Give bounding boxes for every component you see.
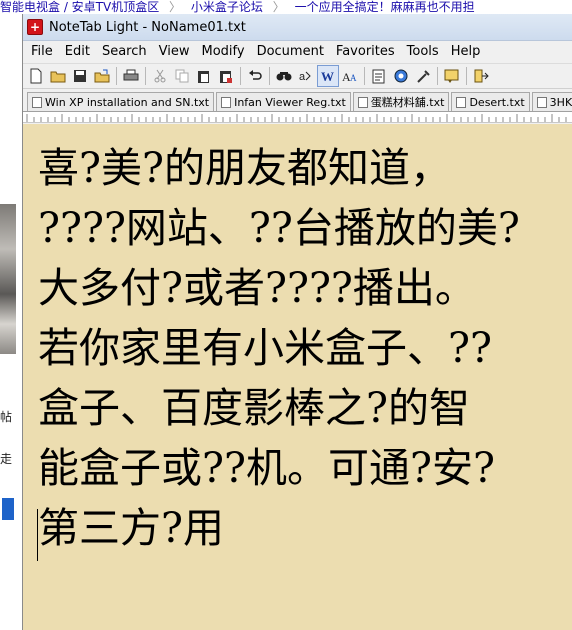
menu-tools[interactable]: Tools: [401, 41, 445, 63]
toolbar-separator: [269, 67, 270, 85]
menu-bar: File Edit Search View Modify Document Fa…: [23, 41, 572, 64]
open-icon[interactable]: [47, 65, 69, 87]
menu-edit[interactable]: Edit: [59, 41, 96, 63]
document-tabs: Win XP installation and SN.txt Infan Vie…: [23, 89, 572, 112]
tab-label: 蛋糕材料舖.txt: [370, 96, 445, 109]
menu-favorites[interactable]: Favorites: [330, 41, 401, 63]
menu-help[interactable]: Help: [445, 41, 487, 63]
find-icon[interactable]: [273, 65, 295, 87]
editor-line: 第三方?用: [38, 504, 224, 552]
title-bar[interactable]: + NoteTab Light - NoName01.txt: [23, 14, 572, 41]
tab-label: Win XP installation and SN.txt: [45, 95, 210, 109]
toolbar-separator: [240, 67, 241, 85]
tab-document[interactable]: 蛋糕材料舖.txt: [352, 92, 450, 111]
browser-view-icon[interactable]: [390, 65, 412, 87]
tab-label: Infan Viewer Reg.txt: [234, 95, 346, 109]
breadcrumb-item[interactable]: 智能电视盒 / 安卓TV机顶盒区: [0, 0, 159, 14]
print-icon[interactable]: [120, 65, 142, 87]
background-text: 帖: [0, 410, 13, 424]
toolbar-separator: [116, 67, 117, 85]
text-caret: [37, 509, 38, 561]
word-wrap-icon[interactable]: W: [317, 65, 339, 87]
svg-text:A: A: [350, 73, 357, 83]
settings-icon[interactable]: [412, 65, 434, 87]
background-text: 走: [0, 452, 13, 466]
menu-modify[interactable]: Modify: [195, 41, 250, 63]
document-icon: [357, 96, 368, 108]
tab-document[interactable]: Win XP installation and SN.txt: [27, 92, 215, 111]
copy-icon[interactable]: [171, 65, 193, 87]
save-icon[interactable]: [69, 65, 91, 87]
tab-document[interactable]: 3HK fixed c: [531, 92, 572, 111]
toolbar-separator: [466, 67, 467, 85]
toolbar-separator: [145, 67, 146, 85]
text-editor[interactable]: 喜?美?的朋友都知道， ????网站、??台播放的美? 大多付?或者????播出…: [23, 124, 572, 630]
open-folder-icon[interactable]: [91, 65, 113, 87]
document-icon: [32, 96, 42, 108]
document-icon: [456, 96, 467, 108]
cut-icon[interactable]: [149, 65, 171, 87]
editor-line: 大多付?或者????播出。: [38, 264, 476, 312]
breadcrumb-separator: 〉: [272, 0, 285, 14]
background-page: 帖 走: [0, 14, 22, 630]
document-icon: [536, 96, 547, 108]
breadcrumb-item[interactable]: 一个应用全搞定！麻麻再也不用担: [295, 0, 475, 14]
breadcrumb-separator: 〉: [169, 0, 182, 14]
app-icon[interactable]: +: [27, 19, 43, 35]
menu-document[interactable]: Document: [251, 41, 330, 63]
background-breadcrumb: 智能电视盒 / 安卓TV机顶盒区 〉 小米盒子论坛 〉 一个应用全搞定！麻麻再也…: [0, 0, 572, 14]
breadcrumb-item[interactable]: 小米盒子论坛: [191, 0, 263, 14]
editor-line: ????网站、??台播放的美?: [38, 204, 520, 252]
paste-special-icon[interactable]: [215, 65, 237, 87]
document-icon: [221, 96, 232, 108]
notetab-window: + NoteTab Light - NoName01.txt File Edit…: [22, 14, 572, 630]
ruler[interactable]: [23, 112, 572, 123]
tab-document[interactable]: Infan Viewer Reg.txt: [216, 92, 351, 111]
svg-text:a: a: [299, 71, 306, 83]
replace-icon[interactable]: a: [295, 65, 317, 87]
new-icon[interactable]: [25, 65, 47, 87]
tab-label: 3HK fixed c: [549, 95, 572, 109]
clipbook-icon[interactable]: [441, 65, 463, 87]
document-properties-icon[interactable]: [368, 65, 390, 87]
toolbar-separator: [437, 67, 438, 85]
undo-icon[interactable]: [244, 65, 266, 87]
menu-view[interactable]: View: [153, 41, 196, 63]
toolbar-separator: [364, 67, 365, 85]
tab-document[interactable]: Desert.txt: [451, 92, 530, 111]
editor-line: 盒子、百度影棒之?的智: [38, 384, 470, 432]
editor-line: 喜?美?的朋友都知道，: [38, 144, 451, 192]
window-title: NoteTab Light - NoName01.txt: [49, 19, 246, 35]
svg-text:W: W: [321, 69, 334, 83]
exit-icon[interactable]: [470, 65, 492, 87]
menu-file[interactable]: File: [25, 41, 59, 63]
font-size-icon[interactable]: AA: [339, 65, 361, 87]
background-link-block[interactable]: [2, 498, 14, 520]
menu-search[interactable]: Search: [96, 41, 153, 63]
toolbar: a W AA: [23, 64, 572, 89]
editor-line: 能盒子或??机。可通?安?: [38, 444, 495, 492]
background-photo: [0, 204, 16, 354]
paste-icon[interactable]: [193, 65, 215, 87]
editor-line: 若你家里有小米盒子、??: [38, 324, 492, 372]
tab-label: Desert.txt: [469, 95, 525, 109]
